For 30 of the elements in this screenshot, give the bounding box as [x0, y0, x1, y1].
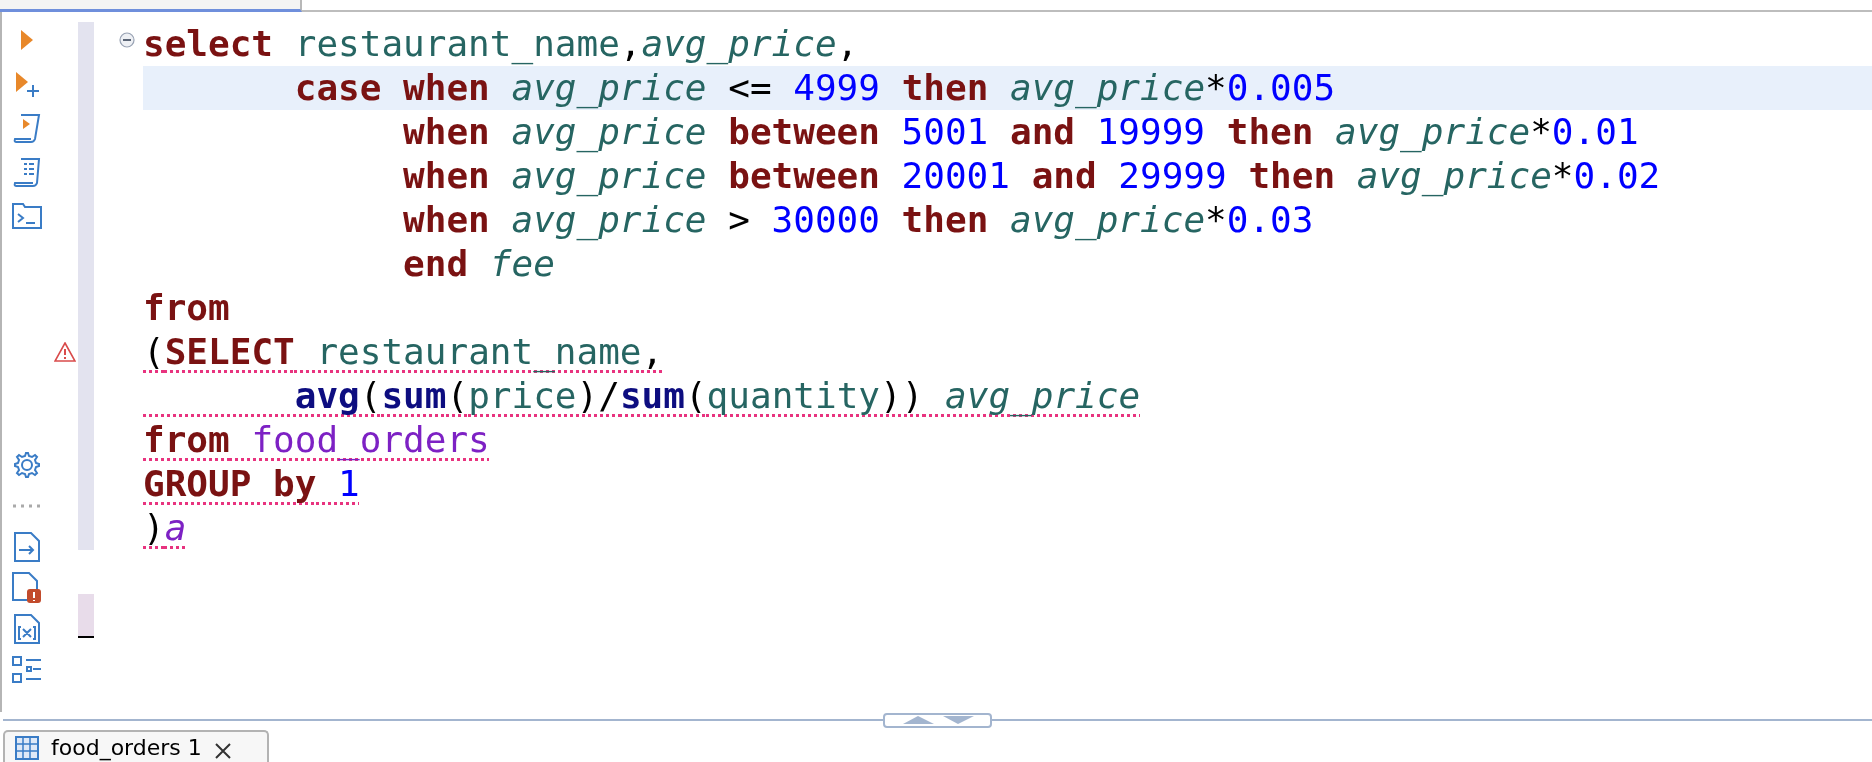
code-line: select restaurant_name,avg_price, [143, 22, 859, 66]
variables-icon[interactable] [14, 613, 40, 644]
scroll-play-icon[interactable] [13, 113, 41, 143]
table-icon [15, 736, 39, 760]
file-error-icon[interactable] [12, 571, 42, 604]
code-line: when avg_price > 30000 then avg_price*0.03 [402, 198, 1314, 242]
file-arrow-icon[interactable] [14, 531, 40, 562]
code-line: when avg_price between 5001 and 19999 then avg_price*0.01 [402, 110, 1639, 154]
scroll-list-icon[interactable] [13, 157, 41, 187]
panel-resize-handle[interactable] [883, 712, 992, 728]
code-line: GROUP by 1 [143, 462, 360, 506]
close-icon[interactable] [213, 742, 232, 760]
code-line: from [143, 286, 230, 330]
play-plus-icon[interactable] [14, 71, 40, 97]
outline-icon[interactable] [12, 655, 42, 684]
code-line: avg(sum(price)/sum(quantity)) avg_price [293, 374, 1141, 418]
editor-tab[interactable] [0, 0, 302, 12]
code-line: when avg_price between 20001 and 29999 then avg_price*0.02 [402, 154, 1661, 198]
code-line: )a [143, 506, 187, 550]
collapse-icon[interactable] [119, 32, 135, 48]
code-line: end fee [402, 242, 555, 286]
tab-label: food_orders 1 [51, 736, 202, 760]
terminal-icon[interactable] [12, 203, 42, 229]
grip-dots-icon[interactable] [12, 503, 42, 508]
code-line: (SELECT restaurant_name, [143, 330, 664, 374]
play-icon[interactable] [20, 29, 34, 51]
text-cursor [78, 636, 94, 638]
code-line: case when avg_price <= 4999 then avg_price*0.005 [293, 66, 1336, 110]
result-tab[interactable]: food_orders 1 [3, 730, 269, 762]
code-line: from food_orders [143, 418, 490, 462]
